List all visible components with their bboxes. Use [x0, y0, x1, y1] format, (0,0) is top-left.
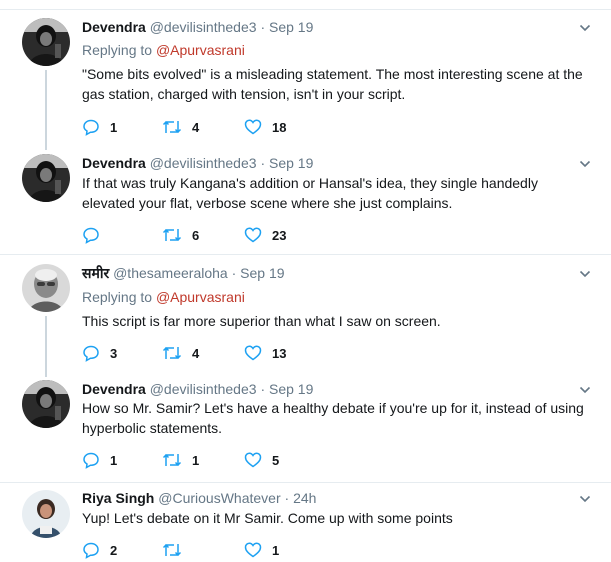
retweet-icon — [162, 228, 182, 242]
chevron-down-icon[interactable] — [579, 158, 591, 170]
separator-dot: · — [260, 19, 266, 35]
like-button[interactable]: 13 — [244, 343, 286, 363]
like-count: 13 — [272, 345, 287, 361]
retweet-count: 1 — [192, 452, 200, 468]
retweet-icon — [162, 120, 182, 134]
timestamp[interactable]: Sep 19 — [240, 265, 284, 281]
tweet-text: This script is far more superior than wh… — [82, 313, 441, 329]
retweet-icon — [162, 346, 182, 360]
reply-count: 2 — [110, 542, 118, 558]
retweet-count: 4 — [192, 119, 200, 135]
avatar-devendra[interactable] — [22, 18, 70, 66]
heart-icon — [244, 345, 262, 361]
heart-icon — [244, 542, 262, 558]
display-name[interactable]: समीर — [82, 265, 109, 281]
replying-to-label: Replying to — [82, 42, 153, 58]
display-name[interactable]: Riya Singh — [82, 490, 154, 506]
user-handle[interactable]: @thesameeraloha — [113, 265, 228, 281]
display-name[interactable]: Devendra — [82, 19, 146, 35]
replying-to-label: Replying to — [82, 289, 153, 305]
replying-to: Replying to @Apurvasrani — [82, 41, 245, 59]
mention-link[interactable]: @Apurvasrani — [156, 289, 245, 305]
reply-count: 3 — [110, 345, 118, 361]
mention-link[interactable]: @Apurvasrani — [156, 42, 245, 58]
retweet-icon — [162, 453, 182, 467]
thread-line — [45, 316, 47, 377]
like-count: 1 — [272, 542, 280, 558]
heart-icon — [244, 119, 262, 135]
like-count: 23 — [272, 227, 287, 243]
user-handle[interactable]: @devilisinthede3 — [150, 381, 257, 397]
tweet-text: If that was truly Kangana's addition or … — [82, 175, 538, 211]
like-button[interactable]: 18 — [244, 117, 286, 137]
user-handle[interactable]: @devilisinthede3 — [150, 155, 257, 171]
retweet-button[interactable]: 6 — [162, 225, 199, 245]
reply-button[interactable]: 3 — [82, 343, 117, 363]
reply-button[interactable]: 2 — [82, 540, 117, 560]
reply-count: 1 — [110, 452, 118, 468]
tweet-header: समीर @thesameeraloha · Sep 19 — [82, 264, 285, 282]
like-button[interactable]: 1 — [244, 540, 279, 560]
replying-to: Replying to @Apurvasrani — [82, 288, 245, 306]
reply-button[interactable]: 1 — [82, 450, 117, 470]
chevron-down-icon[interactable] — [579, 268, 591, 280]
timestamp[interactable]: Sep 19 — [269, 381, 313, 397]
chevron-down-icon[interactable] — [579, 384, 591, 396]
timestamp[interactable]: Sep 19 — [269, 155, 313, 171]
reply-icon — [83, 119, 99, 136]
retweet-icon — [162, 543, 182, 557]
display-name[interactable]: Devendra — [82, 381, 146, 397]
reply-button[interactable] — [82, 225, 110, 245]
chevron-down-icon[interactable] — [579, 493, 591, 505]
timestamp[interactable]: 24h — [293, 490, 316, 506]
tweet-text: How so Mr. Samir? Let's have a healthy d… — [82, 400, 584, 436]
separator-dot: · — [231, 265, 237, 281]
avatar-devendra[interactable] — [22, 380, 70, 428]
like-count: 5 — [272, 452, 280, 468]
retweet-count: 6 — [192, 227, 200, 243]
reply-button[interactable]: 1 — [82, 117, 117, 137]
user-handle[interactable]: @devilisinthede3 — [150, 19, 257, 35]
tweet-header: Devendra @devilisinthede3 · Sep 19 — [82, 154, 313, 172]
avatar-devendra[interactable] — [22, 154, 70, 202]
separator-dot: · — [260, 381, 266, 397]
like-button[interactable]: 23 — [244, 225, 286, 245]
tweet[interactable]: Devendra @devilisinthede3 · Sep 19 How s… — [0, 376, 611, 482]
reply-icon — [83, 345, 99, 362]
tweet-header: Devendra @devilisinthede3 · Sep 19 — [82, 18, 313, 36]
like-button[interactable]: 5 — [244, 450, 279, 470]
chevron-down-icon[interactable] — [579, 22, 591, 34]
tweet[interactable]: Devendra @devilisinthede3 · Sep 19 Reply… — [0, 0, 611, 150]
reply-icon — [83, 452, 99, 469]
avatar-riya[interactable] — [22, 490, 70, 538]
heart-icon — [244, 227, 262, 243]
heart-icon — [244, 452, 262, 468]
retweet-count: 4 — [192, 345, 200, 361]
retweet-button[interactable]: 4 — [162, 117, 199, 137]
thread-line — [45, 70, 47, 150]
retweet-button[interactable] — [162, 540, 192, 560]
tweet-text: Yup! Let's debate on it Mr Samir. Come u… — [82, 510, 453, 526]
tweet-text: "Some bits evolved" is a misleading stat… — [82, 66, 583, 102]
tweet[interactable]: Devendra @devilisinthede3 · Sep 19 If th… — [0, 150, 611, 254]
tweet[interactable]: Riya Singh @CuriousWhatever · 24h Yup! L… — [0, 482, 611, 562]
separator-dot: · — [284, 490, 290, 506]
display-name[interactable]: Devendra — [82, 155, 146, 171]
tweet-header: Devendra @devilisinthede3 · Sep 19 — [82, 380, 313, 398]
tweet-header: Riya Singh @CuriousWhatever · 24h — [82, 489, 316, 507]
retweet-button[interactable]: 1 — [162, 450, 199, 470]
user-handle[interactable]: @CuriousWhatever — [158, 490, 280, 506]
like-count: 18 — [272, 119, 287, 135]
tweet[interactable]: समीर @thesameeraloha · Sep 19 Replying t… — [0, 254, 611, 377]
reply-count: 1 — [110, 119, 118, 135]
reply-icon — [83, 227, 99, 244]
retweet-button[interactable]: 4 — [162, 343, 199, 363]
reply-icon — [83, 542, 99, 559]
timestamp[interactable]: Sep 19 — [269, 19, 313, 35]
avatar-sameer[interactable] — [22, 264, 70, 312]
separator-dot: · — [260, 155, 266, 171]
